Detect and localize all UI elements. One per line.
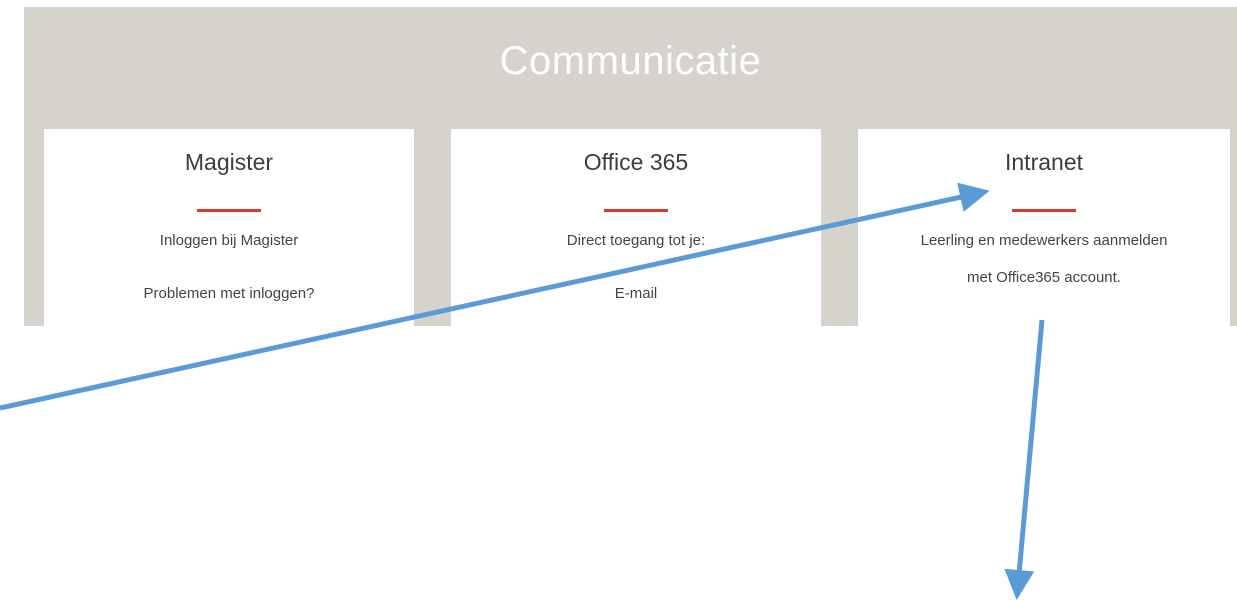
- email-link[interactable]: E-mail: [451, 284, 821, 304]
- card-divider: [604, 209, 668, 212]
- magister-login-link[interactable]: Inloggen bij Magister: [44, 231, 414, 251]
- card-intranet[interactable]: Intranet Leerling en medewerkers aanmeld…: [858, 129, 1230, 326]
- card-title: Intranet: [1005, 149, 1083, 175]
- card-title: Office 365: [583, 149, 689, 175]
- card-description: Leerling en medewerkers aanmelden: [920, 232, 1168, 249]
- card-magister[interactable]: Magister Inloggen bij Magister Problemen…: [44, 129, 414, 326]
- card-office365[interactable]: Office 365 Direct toegang tot je: E-mail: [451, 129, 821, 326]
- communicatie-section: Communicatie Magister Inloggen bij Magis…: [24, 7, 1237, 326]
- section-title: Communicatie: [499, 39, 762, 83]
- card-title: Magister: [184, 149, 274, 175]
- login-problems-link[interactable]: Problemen met inloggen?: [44, 284, 414, 304]
- card-divider: [1012, 209, 1076, 212]
- card-description: Direct toegang tot je:: [566, 232, 706, 249]
- card-divider: [197, 209, 261, 212]
- card-description: met Office365 account.: [967, 269, 1121, 286]
- annotation-arrow-down: [1004, 319, 1045, 600]
